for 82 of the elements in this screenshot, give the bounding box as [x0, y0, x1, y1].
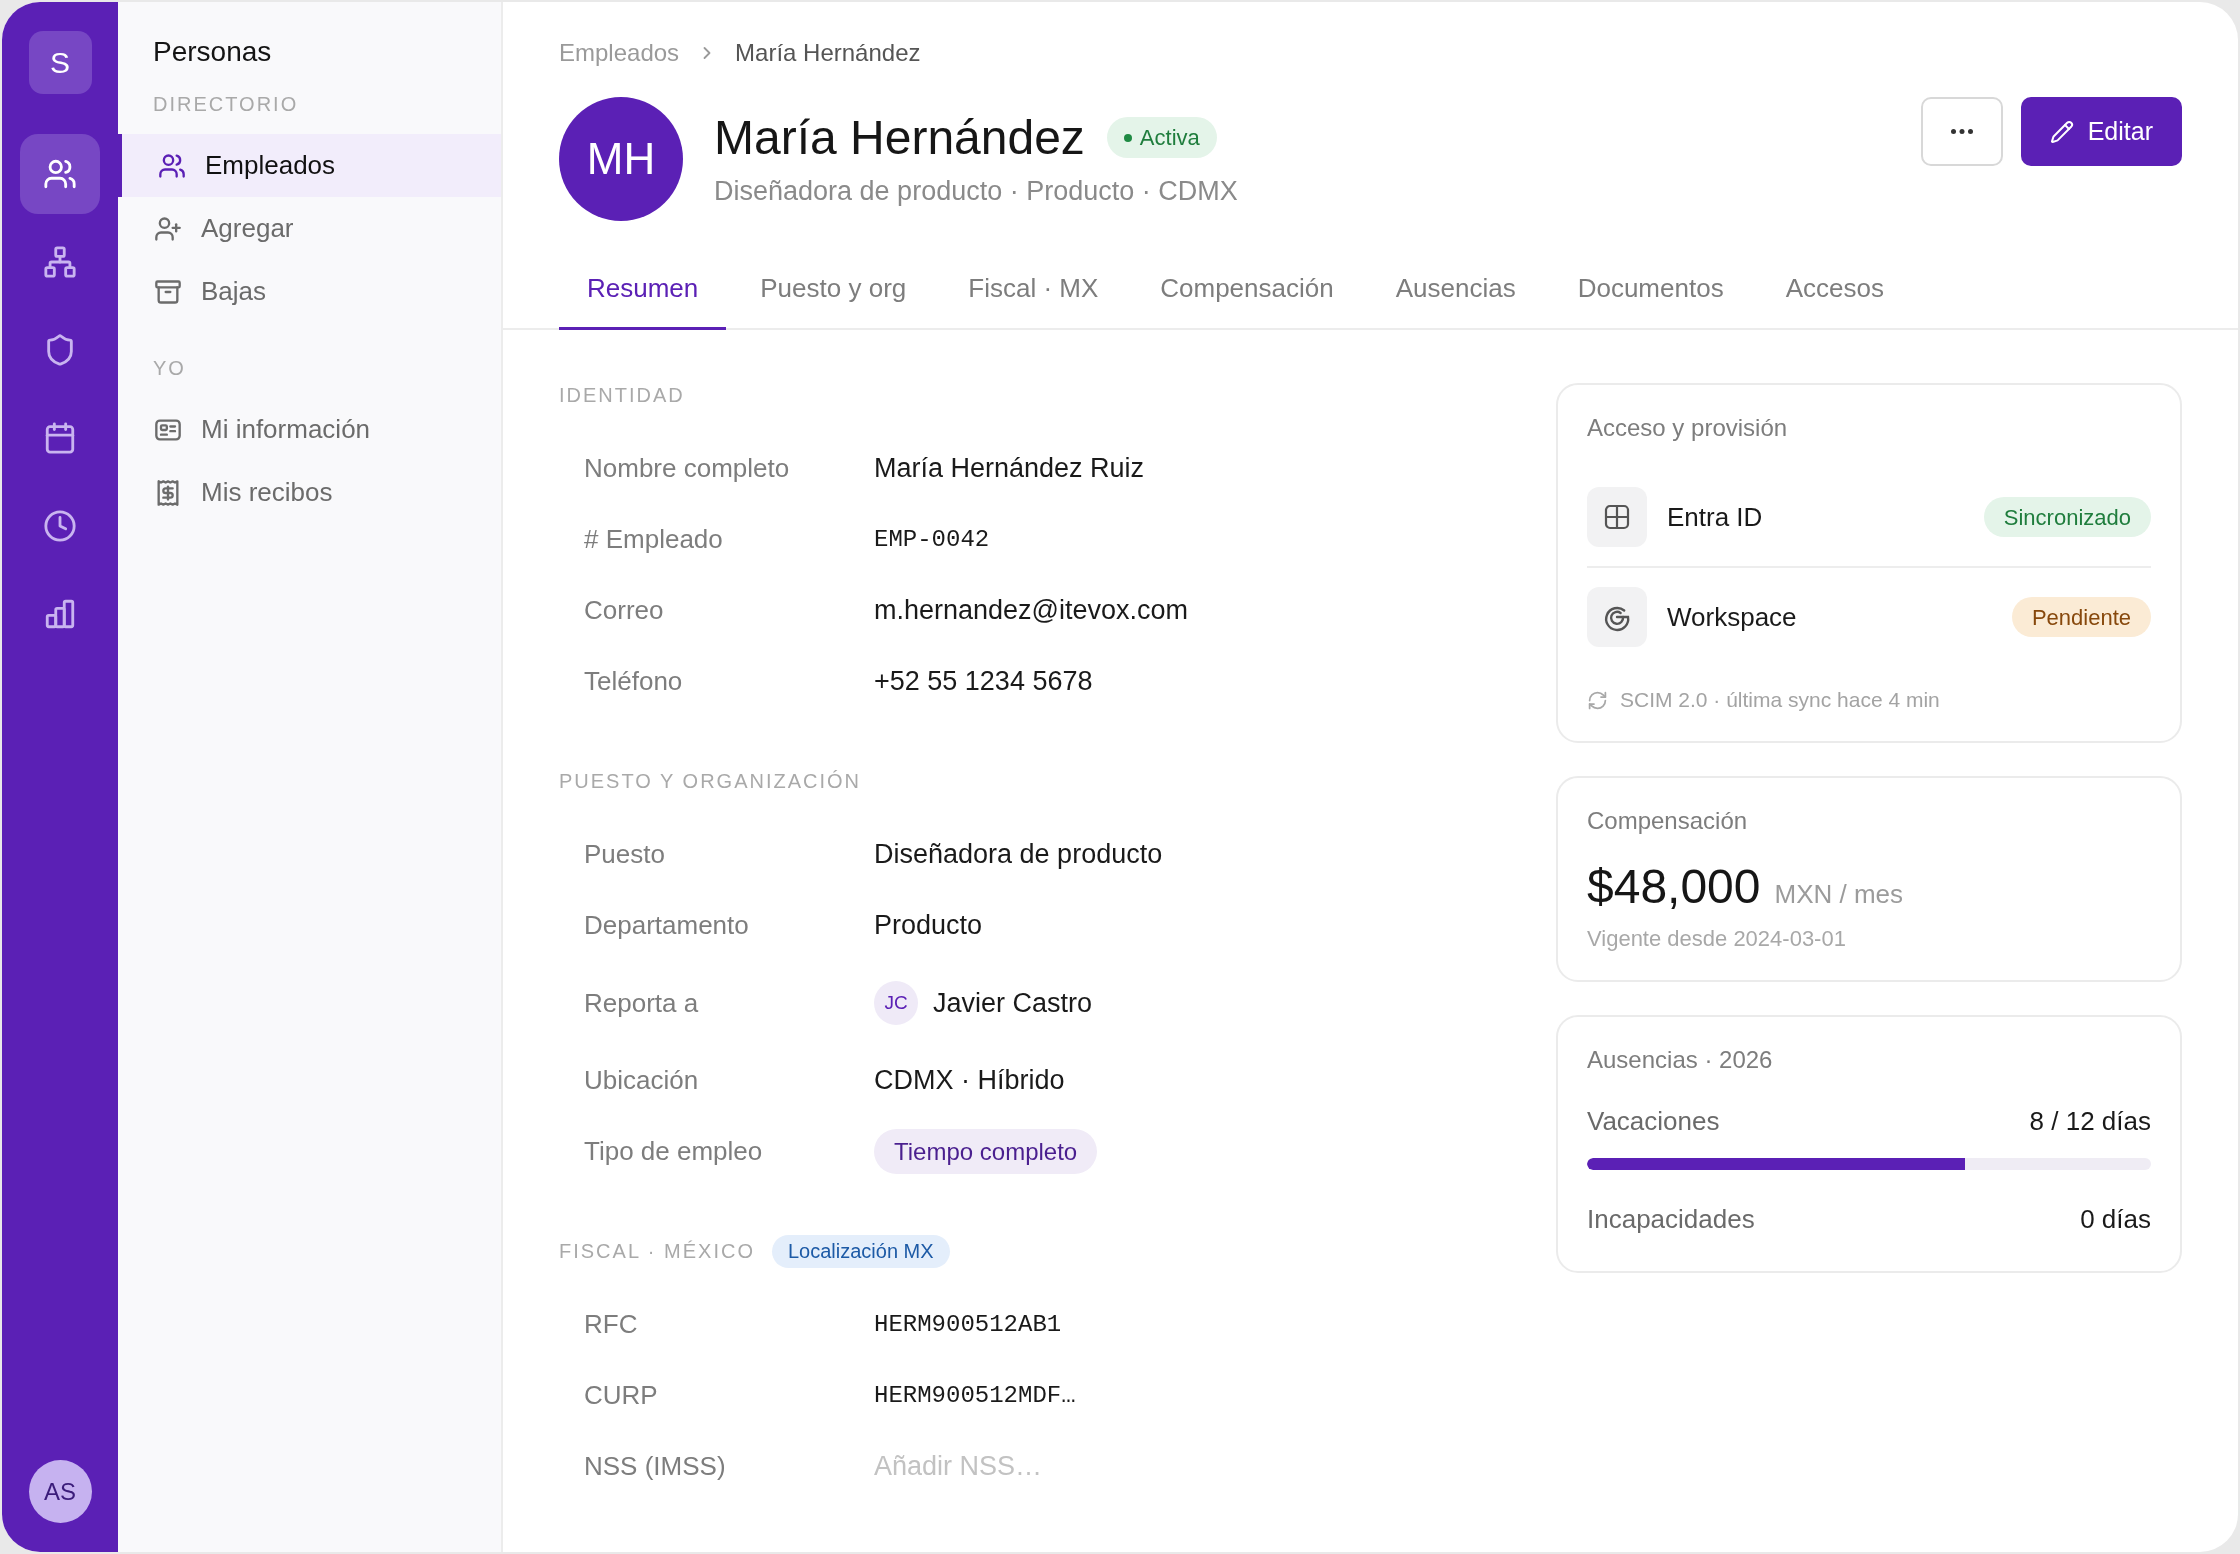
- field-label: Tipo de empleo: [584, 1135, 763, 1168]
- field-label: Teléfono: [584, 665, 683, 698]
- sync-footnote: SCIM 2.0 · última sync hace 4 min: [1620, 687, 1940, 714]
- field-value: m.hernandez@itevox.com: [874, 594, 1189, 628]
- employee-subtitle: Diseñadora de producto · Producto · CDMX: [714, 175, 1238, 209]
- field-value: Diseñadora de producto: [874, 838, 1163, 872]
- g-logo-icon: [1587, 587, 1647, 647]
- field-label: Nombre completo: [584, 452, 790, 485]
- breadcrumb-current: María Hernández: [735, 38, 921, 68]
- field-value: HERM900512MDF…: [874, 1380, 1076, 1411]
- archive-icon: [154, 277, 182, 306]
- sidebar-section-heading: DIRECTORIO: [153, 92, 299, 117]
- card-title: Acceso y provisión: [1587, 413, 1788, 443]
- sidebar-item[interactable]: Bajas: [118, 260, 501, 323]
- tab[interactable]: Ausencias: [1367, 250, 1544, 330]
- edit-button[interactable]: Editar: [2020, 97, 2182, 166]
- salary-amount: $48,000: [1587, 859, 1761, 915]
- card-title: Compensación: [1587, 806, 1748, 836]
- hierarchy-icon: [43, 245, 77, 279]
- absence-label: Vacaciones: [1587, 1104, 1720, 1138]
- section-heading: PUESTO Y ORGANIZACIÓN: [559, 769, 862, 794]
- manager-avatar: JC: [874, 981, 918, 1025]
- field-value: María Hernández Ruiz: [874, 452, 1145, 486]
- field-label: Reporta a: [584, 986, 699, 1020]
- sync-status-badge: Pendiente: [2011, 597, 2151, 637]
- input-field[interactable]: Añadir NSS…: [874, 1446, 1134, 1487]
- tab[interactable]: Documentos: [1549, 250, 1752, 330]
- calendar-icon: [43, 421, 77, 455]
- field-label: NSS (IMSS): [584, 1450, 726, 1483]
- sidebar-title: Personas: [153, 35, 272, 69]
- user-plus-icon: [154, 214, 182, 243]
- status-label: Activa: [1139, 124, 1200, 152]
- field-value: Javier Castro: [933, 986, 1093, 1020]
- field-label: Puesto: [584, 838, 665, 871]
- service-name: Workspace: [1667, 600, 1797, 634]
- absence-value: 8 / 12 días: [2029, 1104, 2151, 1138]
- field-label: # Empleado: [584, 523, 723, 556]
- field-label: Correo: [584, 594, 664, 627]
- sidebar-item[interactable]: Mis recibos: [118, 461, 501, 524]
- employee-name: María Hernández: [714, 109, 1085, 166]
- tab[interactable]: Compensación: [1132, 250, 1362, 330]
- sidebar-section-heading: YO: [153, 356, 186, 381]
- card-title: Ausencias · 2026: [1587, 1045, 1773, 1075]
- section-heading: FISCAL · MÉXICO: [559, 1239, 755, 1264]
- app-logo[interactable]: S: [28, 31, 92, 94]
- pencil-icon: [2049, 119, 2074, 144]
- sidebar-item[interactable]: Agregar: [118, 197, 501, 260]
- user-avatar[interactable]: AS: [28, 1460, 92, 1523]
- tab[interactable]: Accesos: [1757, 250, 1912, 330]
- sync-status-badge: Sincronizado: [1983, 497, 2151, 537]
- service-name: Entra ID: [1667, 500, 1763, 534]
- localization-badge: Localización MX: [771, 1234, 950, 1268]
- field-value: EMP-0042: [874, 524, 990, 555]
- tab[interactable]: Fiscal · MX: [940, 250, 1127, 330]
- clock-icon: [43, 509, 77, 543]
- field-value: +52 55 1234 5678: [874, 665, 1093, 699]
- users-icon: [43, 157, 77, 191]
- more-icon: [1950, 129, 1973, 134]
- field-label: Departamento: [584, 909, 749, 942]
- field-label: Ubicación: [584, 1064, 699, 1097]
- salary-unit: MXN / mes: [1774, 878, 1904, 911]
- bar-chart-icon: [43, 597, 77, 631]
- breadcrumb-link[interactable]: Empleados: [559, 35, 680, 71]
- grid-icon: [1587, 487, 1647, 547]
- absence-value: 0 días: [2080, 1202, 2151, 1236]
- field-label: CURP: [584, 1379, 658, 1412]
- profile-avatar: MH: [559, 97, 683, 221]
- field-label: RFC: [584, 1308, 638, 1341]
- tab[interactable]: Resumen: [559, 250, 727, 330]
- users-icon: [158, 151, 186, 180]
- effective-date: Vigente desde 2024-03-01: [1587, 924, 1846, 953]
- sidebar-item[interactable]: Empleados: [118, 134, 501, 197]
- field-value: CDMX · Híbrido: [874, 1064, 1065, 1098]
- employment-type-tag: Tiempo completo: [874, 1129, 1098, 1174]
- field-value: Producto: [874, 909, 983, 943]
- rail-nav-button[interactable]: [20, 134, 100, 214]
- sidebar-item[interactable]: Mi información: [118, 398, 501, 461]
- section-heading: IDENTIDAD: [559, 383, 685, 408]
- field-value: HERM900512AB1: [874, 1309, 1062, 1340]
- refresh-icon: [1587, 689, 1608, 711]
- tab[interactable]: Puesto y org: [732, 250, 935, 330]
- absence-label: Incapacidades: [1587, 1202, 1755, 1236]
